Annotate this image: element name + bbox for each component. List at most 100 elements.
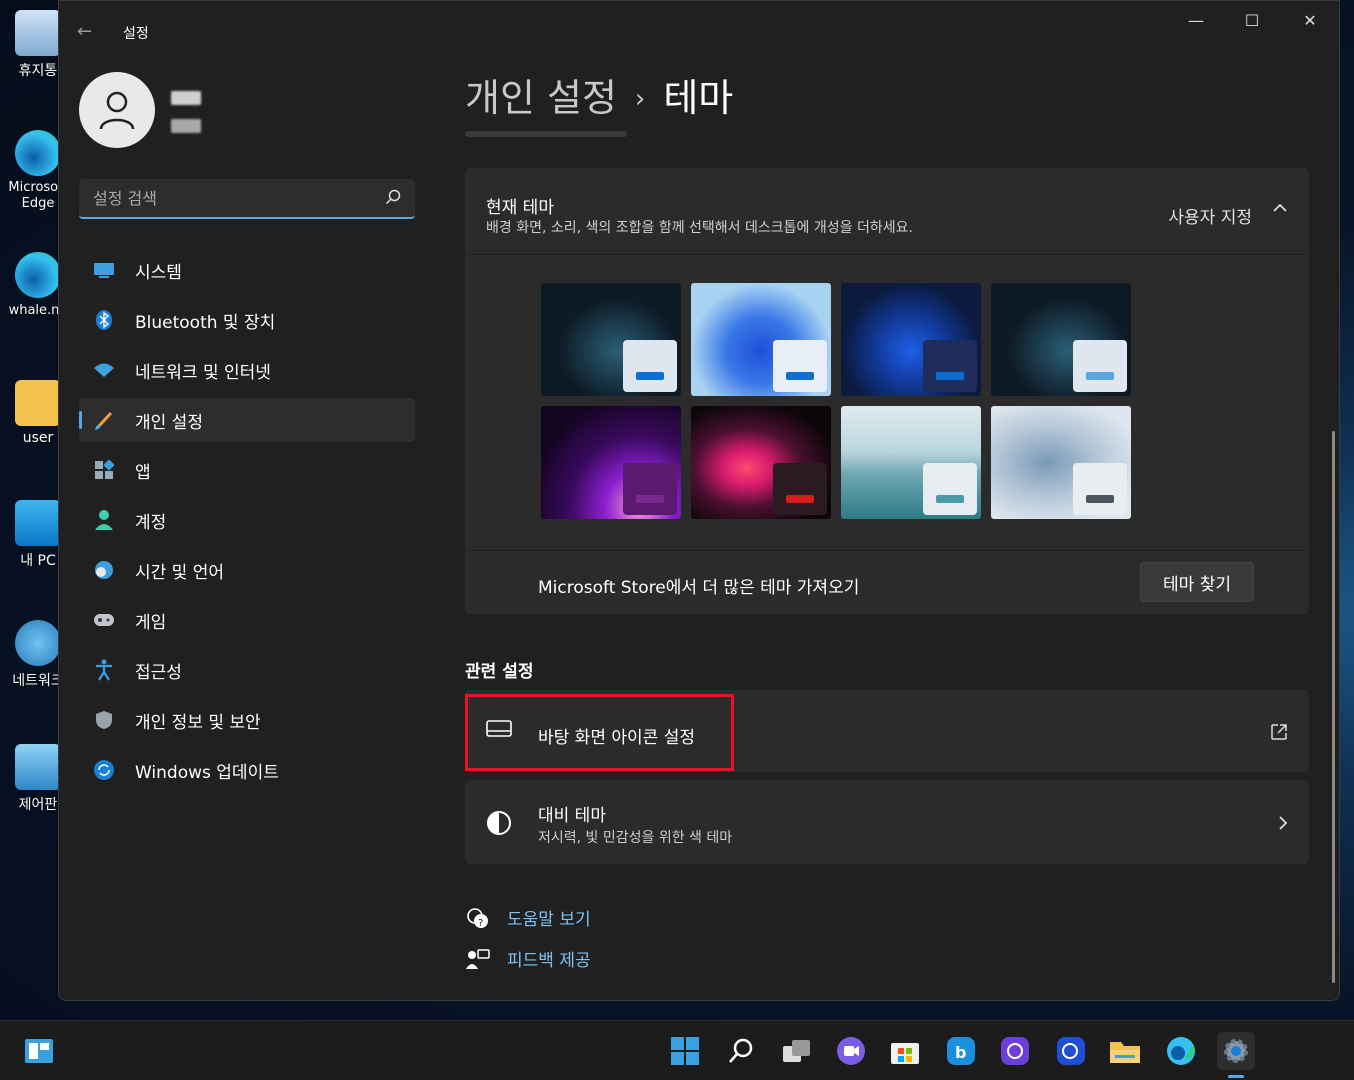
edge-icon <box>15 130 61 176</box>
sidebar-item-accounts[interactable]: 계정 <box>79 498 415 542</box>
avatar[interactable] <box>79 72 155 148</box>
theme-thumbnail-2[interactable] <box>691 283 831 396</box>
widgets-icon[interactable] <box>20 1032 58 1070</box>
help-icon: ? <box>465 906 491 930</box>
sidebar-item-system[interactable]: 시스템 <box>79 248 415 292</box>
minimize-button[interactable]: — <box>1173 11 1219 41</box>
theme-preview-taskbar <box>1086 372 1114 380</box>
bing-icon[interactable]: b <box>942 1032 980 1070</box>
close-button[interactable]: ✕ <box>1287 11 1333 41</box>
sidebar-item-apps[interactable]: 앱 <box>79 448 415 492</box>
sidebar-item-gaming[interactable]: 게임 <box>79 598 415 642</box>
breadcrumb-separator: › <box>634 84 646 114</box>
edge-icon[interactable] <box>1162 1032 1200 1070</box>
gaming-icon <box>93 609 115 631</box>
chevron-right-icon <box>1279 816 1288 830</box>
file-explorer-icon[interactable] <box>1106 1032 1144 1070</box>
task-view-icon[interactable] <box>778 1032 816 1070</box>
theme-thumbnail-3[interactable] <box>841 283 981 396</box>
theme-thumbnail-6[interactable] <box>691 406 831 519</box>
scrolled-content-edge <box>465 131 627 137</box>
chat-icon[interactable] <box>832 1032 870 1070</box>
theme-preview-window <box>923 340 977 392</box>
theme-preview-taskbar <box>936 372 964 380</box>
sidebar-item-privacy[interactable]: 개인 정보 및 보안 <box>79 698 415 742</box>
folder-icon <box>15 380 61 426</box>
user-icon <box>99 91 135 130</box>
active-app-indicator <box>1228 1075 1244 1078</box>
theme-thumbnail-7[interactable] <box>841 406 981 519</box>
whale-icon <box>15 252 61 298</box>
breadcrumb: 개인 설정 › 테마 <box>465 67 733 122</box>
taskbar: b <box>0 1020 1354 1080</box>
theme-preview-taskbar <box>786 372 814 380</box>
sidebar-item-network[interactable]: 네트워크 및 인터넷 <box>79 348 415 392</box>
contrast-themes-subtitle: 저시력, 빛 민감성을 위한 색 테마 <box>538 830 733 846</box>
theme-preview-window <box>923 463 977 515</box>
recycle-bin-icon <box>15 10 61 56</box>
scrollbar[interactable] <box>1332 431 1335 983</box>
theme-preview-taskbar <box>636 372 664 380</box>
contrast-themes-title: 대비 테마 <box>538 806 606 826</box>
account-icon <box>93 509 115 531</box>
store-themes-text: Microsoft Store에서 더 많은 테마 가져오기 <box>538 578 860 598</box>
brush-icon <box>93 409 115 431</box>
theme-preview-window <box>623 463 677 515</box>
theme-thumbnail-1[interactable] <box>541 283 681 396</box>
app-icon-purple[interactable] <box>996 1032 1034 1070</box>
network-icon <box>15 620 61 666</box>
start-icon[interactable] <box>666 1032 704 1070</box>
theme-thumbnail-8[interactable] <box>991 406 1131 519</box>
theme-thumbnail-5[interactable] <box>541 406 681 519</box>
theme-thumbnail-4[interactable] <box>991 283 1131 396</box>
page-title: 테마 <box>663 76 734 120</box>
apps-icon <box>93 459 115 481</box>
theme-preview-taskbar <box>1086 495 1114 503</box>
search-icon[interactable] <box>385 189 401 205</box>
get-help-link[interactable]: ? 도움말 보기 <box>465 905 591 930</box>
contrast-themes-row[interactable]: 대비 테마 저시력, 빛 민감성을 위한 색 테마 <box>465 780 1309 864</box>
contrast-icon <box>487 811 511 835</box>
bluetooth-icon <box>93 309 115 331</box>
app-icon-blue[interactable] <box>1052 1032 1090 1070</box>
update-icon <box>93 759 115 781</box>
browse-themes-button[interactable]: 테마 찾기 <box>1140 562 1254 602</box>
current-theme-header[interactable]: 현재 테마 배경 화면, 소리, 색의 조합을 함께 선택해서 데스크톱에 개성… <box>466 169 1308 255</box>
sidebar-item-time-language[interactable]: 시간 및 언어 <box>79 548 415 592</box>
open-external-icon <box>1271 724 1287 740</box>
theme-preview-window <box>1073 340 1127 392</box>
window-title: 설정 <box>123 26 149 42</box>
settings-icon[interactable] <box>1217 1032 1255 1070</box>
chevron-up-icon[interactable] <box>1272 203 1288 213</box>
current-theme-value: 사용자 지정 <box>1168 208 1252 228</box>
wifi-icon <box>93 359 115 381</box>
theme-preview-window <box>773 340 827 392</box>
maximize-button[interactable]: ☐ <box>1229 11 1275 41</box>
settings-window: ← 설정 — ☐ ✕ 시스템 Bluetooth 및 장치 네트워크 및 인터넷… <box>58 0 1340 1001</box>
give-feedback-link[interactable]: 피드백 제공 <box>465 946 591 971</box>
breadcrumb-parent[interactable]: 개인 설정 <box>465 76 617 120</box>
sidebar-item-accessibility[interactable]: 접근성 <box>79 648 415 692</box>
sidebar-item-windows-update[interactable]: Windows 업데이트 <box>79 748 415 792</box>
profile-email-redacted <box>171 119 201 133</box>
back-button[interactable]: ← <box>77 21 92 42</box>
search-icon[interactable] <box>722 1032 760 1070</box>
title-bar: ← 설정 — ☐ ✕ <box>59 1 1339 47</box>
svg-text:b: b <box>955 1043 966 1062</box>
store-icon[interactable] <box>886 1032 924 1070</box>
sidebar-item-bluetooth[interactable]: Bluetooth 및 장치 <box>79 298 415 342</box>
shield-icon <box>93 709 115 731</box>
search-input[interactable] <box>79 179 359 217</box>
theme-preview-window <box>623 340 677 392</box>
theme-preview-window <box>773 463 827 515</box>
theme-preview-window <box>1073 463 1127 515</box>
monitor-icon <box>15 500 61 546</box>
time-language-icon <box>93 559 115 581</box>
svg-text:?: ? <box>478 918 483 929</box>
settings-search[interactable] <box>79 179 415 219</box>
feedback-icon <box>465 947 491 971</box>
theme-preview-taskbar <box>786 495 814 503</box>
current-theme-title: 현재 테마 <box>486 198 554 218</box>
sidebar-item-personalization[interactable]: 개인 설정 <box>79 398 415 442</box>
control-panel-icon <box>15 744 61 790</box>
